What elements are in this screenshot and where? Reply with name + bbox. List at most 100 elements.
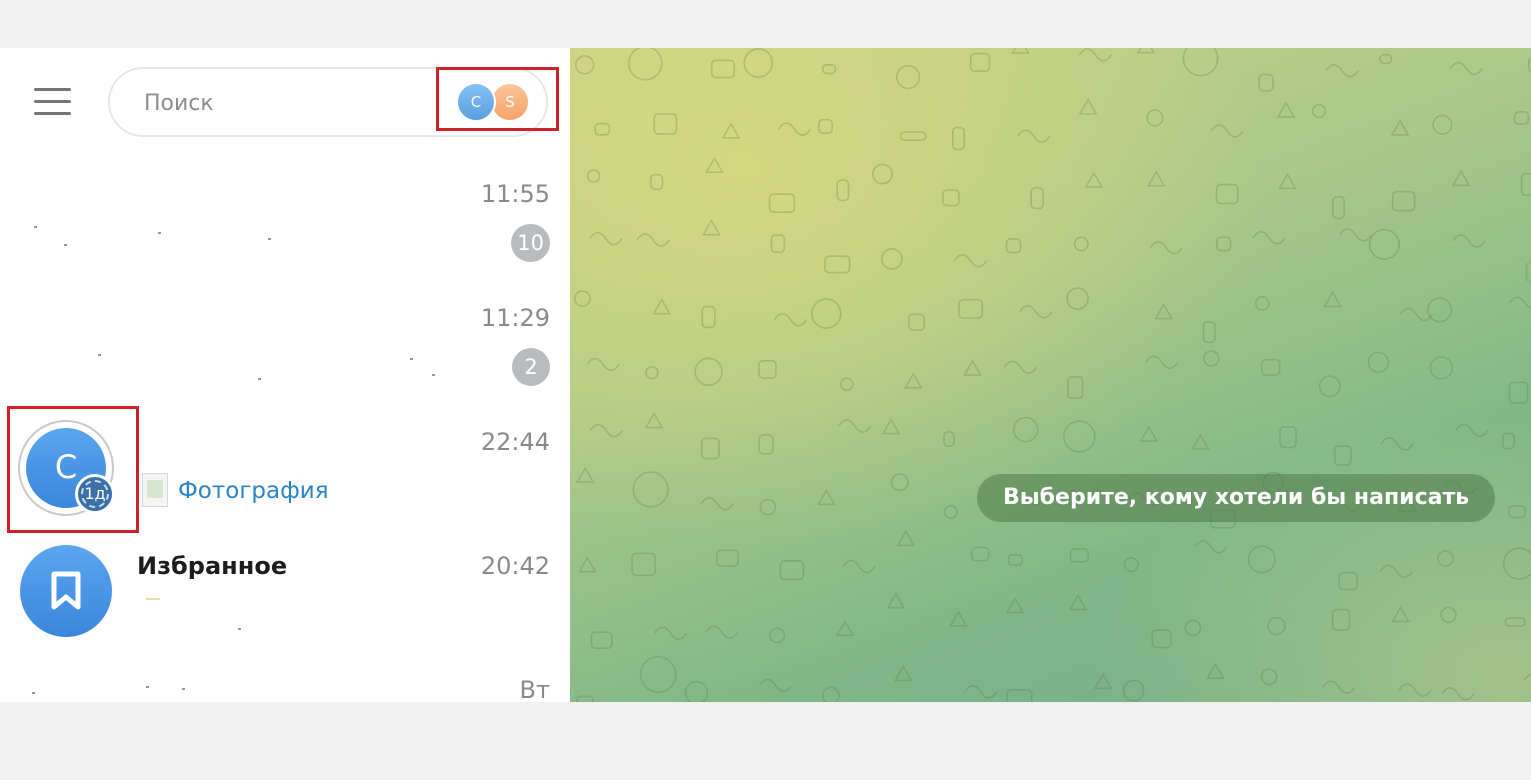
chat-list-item[interactable]: 11:55 10 [0, 160, 570, 284]
doodle-shape [1215, 183, 1239, 205]
doodle-shape [653, 113, 678, 135]
doodle-shape [758, 359, 777, 379]
doodle-shape [1146, 109, 1164, 127]
chat-time: 20:42 [480, 552, 550, 580]
doodle-shape [589, 423, 623, 438]
doodle-shape [1391, 190, 1416, 212]
doodle-shape [573, 290, 591, 307]
doodle-shape [838, 419, 872, 433]
doodle-shape [577, 556, 597, 573]
doodle-shape [1379, 53, 1393, 65]
unread-badge: 2 [512, 348, 550, 386]
avatar[interactable] [20, 545, 112, 637]
doodle-shape [1276, 101, 1296, 118]
story-avatar[interactable]: S [490, 82, 530, 122]
doodle-shape [1367, 351, 1390, 374]
doodle-shape [768, 193, 796, 214]
doodle-shape [770, 234, 786, 254]
doodle-shape [1019, 305, 1053, 319]
window-top-bar [0, 0, 1531, 48]
doodle-shape [1325, 63, 1359, 78]
chat-background [570, 48, 1531, 702]
doodle-shape [1069, 548, 1090, 563]
doodle-shape [758, 678, 793, 693]
doodle-shape [821, 686, 840, 702]
doodle-shape [1502, 547, 1531, 580]
doodle-shape [1184, 619, 1202, 637]
doodle-shape [817, 118, 833, 135]
doodle-shape [1017, 129, 1051, 143]
doodle-shape [645, 365, 659, 380]
empty-chat-hint: Выберите, кому хотели бы написать [977, 474, 1496, 522]
doodle-shape [1202, 321, 1216, 344]
doodle-shape [710, 59, 735, 79]
doodle-shape [586, 169, 601, 183]
doodle-shape [636, 233, 670, 247]
doodle-shape [1068, 593, 1088, 611]
doodle-shape [1278, 172, 1297, 190]
doodle-shape [1149, 240, 1183, 255]
doodle-shape [1452, 234, 1486, 248]
doodle-shape [1151, 629, 1172, 649]
doodle-shape [1030, 187, 1044, 210]
blurred-text [98, 354, 101, 356]
doodle-shape [1449, 61, 1484, 76]
stories-strip[interactable]: C S [456, 82, 536, 122]
doodle-shape [777, 122, 812, 136]
doodle-shape [896, 64, 921, 90]
doodle-shape [586, 357, 620, 372]
doodle-shape [1182, 48, 1219, 77]
doodle-shape [639, 656, 677, 693]
doodle-shape [1136, 48, 1156, 54]
doodle-shape [1440, 606, 1457, 624]
search-input[interactable] [142, 85, 426, 121]
hamburger-menu-icon[interactable] [34, 88, 74, 116]
doodle-shape [943, 431, 955, 448]
doodle-shape [943, 504, 958, 520]
doodle-shape [1508, 505, 1526, 519]
doodle-shape [759, 498, 777, 516]
doodle-shape [836, 179, 850, 202]
doodle-shape [893, 664, 913, 682]
chat-list-item[interactable]: 11:29 2 [0, 284, 570, 408]
doodle-shape [1451, 169, 1471, 187]
doodle-shape [576, 695, 595, 702]
doodle-shape [705, 156, 724, 174]
doodle-shape [1391, 605, 1411, 623]
chat-list-item[interactable]: Вт [0, 656, 570, 780]
doodle-shape [1003, 360, 1038, 375]
blurred-text [238, 628, 241, 630]
doodle-shape [1513, 111, 1530, 125]
doodle-shape [684, 680, 709, 702]
doodle-shape [705, 625, 739, 640]
doodle-shape [694, 357, 723, 386]
doodle-shape [1146, 170, 1166, 187]
doodle-shape [1258, 73, 1274, 92]
doodle-shape [1437, 550, 1454, 567]
doodle-shape [1368, 228, 1400, 260]
unread-badge: 10 [511, 224, 550, 262]
doodle-shape [948, 610, 968, 627]
doodle-shape [769, 627, 786, 644]
chat-time: 11:55 [480, 180, 550, 208]
doodle-shape [632, 471, 669, 508]
story-avatar[interactable]: C [456, 82, 496, 122]
doodle-shape [810, 298, 842, 329]
doodle-shape [1011, 48, 1030, 54]
doodle-shape [1332, 196, 1346, 220]
doodle-shape [1520, 172, 1531, 197]
doodle-shape [1279, 426, 1297, 449]
doodle-shape [1441, 686, 1475, 701]
doodle-shape [1063, 420, 1096, 453]
doodle-shape [779, 560, 805, 581]
doodle-shape [1331, 608, 1351, 632]
doodle-shape [839, 377, 854, 392]
doodle-shape [1078, 98, 1098, 115]
doodle-shape [702, 219, 721, 236]
blurred-text [64, 244, 67, 246]
doodle-shape [590, 631, 613, 650]
doodle-shape [1501, 432, 1515, 450]
doodle-shape [1006, 689, 1033, 702]
doodle-shape [824, 255, 851, 274]
doodle-shape [1390, 119, 1410, 136]
